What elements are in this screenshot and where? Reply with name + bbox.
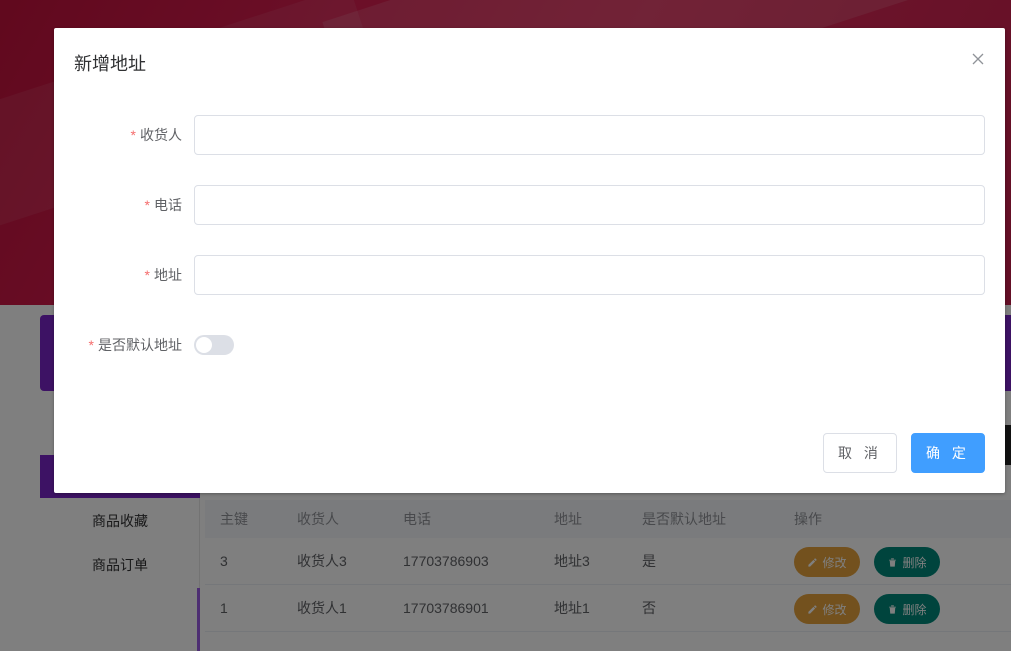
required-mark: * (88, 337, 94, 353)
address-label: * 地址 (54, 255, 182, 295)
close-icon (972, 53, 984, 65)
address-label-text: 地址 (154, 267, 182, 283)
switch-knob (196, 337, 212, 353)
add-address-dialog: 新增地址 * 收货人 * 电话 * 地址 * 是否默认地址 取 消 确 定 (54, 28, 1005, 493)
cancel-button[interactable]: 取 消 (823, 433, 897, 473)
receiver-label-text: 收货人 (140, 127, 182, 143)
form-item-address: * 地址 (54, 255, 1005, 295)
confirm-button[interactable]: 确 定 (911, 433, 985, 473)
form-item-receiver: * 收货人 (54, 115, 1005, 155)
phone-label-text: 电话 (154, 197, 182, 213)
address-input[interactable] (194, 255, 985, 295)
dialog-title: 新增地址 (74, 54, 146, 74)
receiver-label: * 收货人 (54, 115, 182, 155)
required-mark: * (144, 267, 150, 283)
required-mark: * (144, 197, 150, 213)
form-item-default: * 是否默认地址 (54, 325, 1005, 365)
default-label-text: 是否默认地址 (98, 337, 182, 353)
close-button[interactable] (971, 52, 985, 66)
form-item-phone: * 电话 (54, 185, 1005, 225)
required-mark: * (130, 127, 136, 143)
phone-label: * 电话 (54, 185, 182, 225)
receiver-input[interactable] (194, 115, 985, 155)
default-label: * 是否默认地址 (54, 325, 182, 365)
phone-input[interactable] (194, 185, 985, 225)
default-address-switch[interactable] (194, 335, 234, 355)
